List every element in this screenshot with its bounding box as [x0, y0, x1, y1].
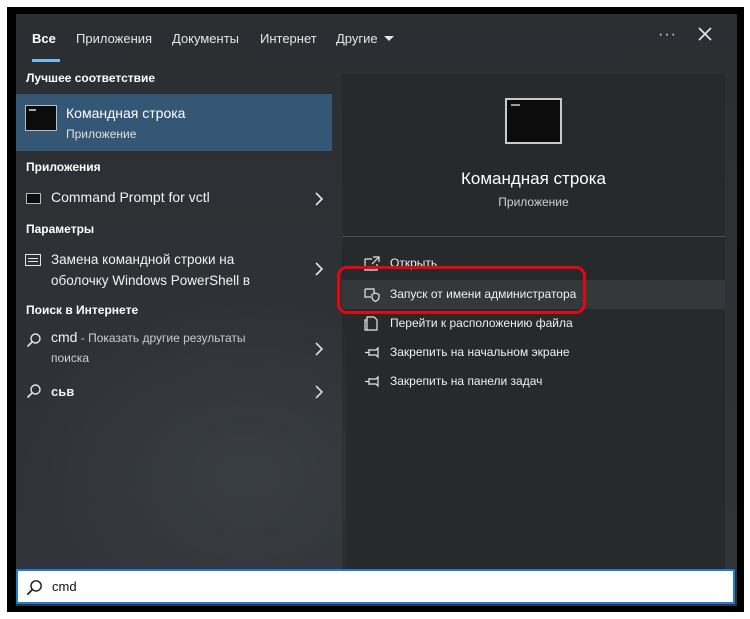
- section-title-apps: Приложения: [26, 160, 101, 174]
- web-query: cmd: [51, 329, 78, 345]
- chevron-right-icon: [315, 262, 324, 276]
- action-label: Закрепить на панели задач: [390, 374, 543, 388]
- best-match-item[interactable]: Командная строка Приложение: [16, 94, 332, 151]
- web-result-hint-line2: поиска: [51, 351, 90, 365]
- search-icon: [26, 580, 42, 596]
- active-tab-indicator: [32, 59, 60, 62]
- web-result-hint: - Показать другие результаты: [77, 331, 246, 345]
- action-pin-to-taskbar[interactable]: Закрепить на панели задач: [342, 367, 725, 396]
- action-label: Открыть: [390, 256, 438, 270]
- tab-more[interactable]: Другие: [336, 31, 394, 46]
- setting-label-line1: Замена командной строки на: [51, 252, 235, 267]
- cmd-icon: [25, 105, 57, 131]
- list-item-label: Command Prompt for vctl: [51, 189, 210, 205]
- cmd-icon: [26, 193, 41, 204]
- action-run-as-admin[interactable]: Запуск от имени администратора: [342, 280, 725, 309]
- search-panel: Все Приложения Документы Интернет Другие…: [16, 14, 737, 606]
- preview-subtitle: Приложение: [498, 195, 569, 209]
- chevron-right-icon: [315, 385, 324, 399]
- more-icon: ···: [658, 26, 677, 43]
- pin-icon: [365, 375, 379, 388]
- more-options-button[interactable]: ···: [658, 26, 678, 46]
- list-item-web-query[interactable]: сьв: [16, 376, 332, 406]
- action-label: Закрепить на начальном экране: [390, 345, 570, 359]
- filter-tabs-bar: Все Приложения Документы Интернет Другие…: [16, 14, 737, 64]
- best-match-subtitle: Приложение: [66, 127, 137, 141]
- list-item-powershell-setting[interactable]: Замена командной строки на оболочку Wind…: [16, 244, 332, 294]
- settings-icon: [25, 254, 41, 266]
- action-open-file-location[interactable]: Перейти к расположению файла: [342, 309, 725, 338]
- file-location-icon: [364, 316, 378, 331]
- search-icon: [26, 384, 41, 399]
- setting-label-line2: оболочку Windows PowerShell в: [51, 273, 251, 288]
- tab-all[interactable]: Все: [32, 31, 56, 46]
- list-item-web-cmd[interactable]: cmd - Показать другие результаты поиска: [16, 325, 332, 373]
- chevron-right-icon: [315, 342, 324, 356]
- divider: [342, 236, 725, 237]
- preview-title: Командная строка: [460, 169, 607, 188]
- chevron-down-icon: [383, 36, 394, 41]
- shield-icon: [364, 288, 380, 302]
- action-open[interactable]: Открыть: [342, 249, 725, 278]
- tab-web[interactable]: Интернет: [260, 31, 317, 46]
- search-icon: [26, 333, 41, 348]
- section-title-settings: Параметры: [26, 222, 95, 236]
- action-pin-to-start[interactable]: Закрепить на начальном экране: [342, 338, 725, 367]
- web-result-line1: cmd - Показать другие результаты: [51, 327, 246, 349]
- tab-apps[interactable]: Приложения: [76, 31, 152, 46]
- web-query: сьв: [51, 384, 75, 399]
- tab-more-label: Другие: [336, 31, 378, 46]
- search-input[interactable]: cmd: [16, 569, 735, 604]
- open-icon: [364, 256, 380, 271]
- tab-documents[interactable]: Документы: [172, 31, 239, 46]
- pin-icon: [365, 346, 379, 359]
- list-item-command-prompt-vctl[interactable]: Command Prompt for vctl: [16, 183, 332, 213]
- action-label: Запуск от имени администратора: [390, 287, 577, 301]
- search-input-value: cmd: [52, 579, 77, 594]
- action-label: Перейти к расположению файла: [390, 316, 573, 330]
- close-button[interactable]: [697, 26, 717, 46]
- cmd-icon: [505, 98, 562, 144]
- chevron-right-icon: [315, 192, 324, 206]
- section-title-best-match: Лучшее соответствие: [26, 71, 156, 85]
- best-match-title: Командная строка: [66, 105, 186, 121]
- preview-pane: Командная строка Приложение Открыть Запу…: [342, 74, 725, 574]
- section-title-web: Поиск в Интернете: [26, 303, 139, 317]
- close-icon: [698, 27, 712, 41]
